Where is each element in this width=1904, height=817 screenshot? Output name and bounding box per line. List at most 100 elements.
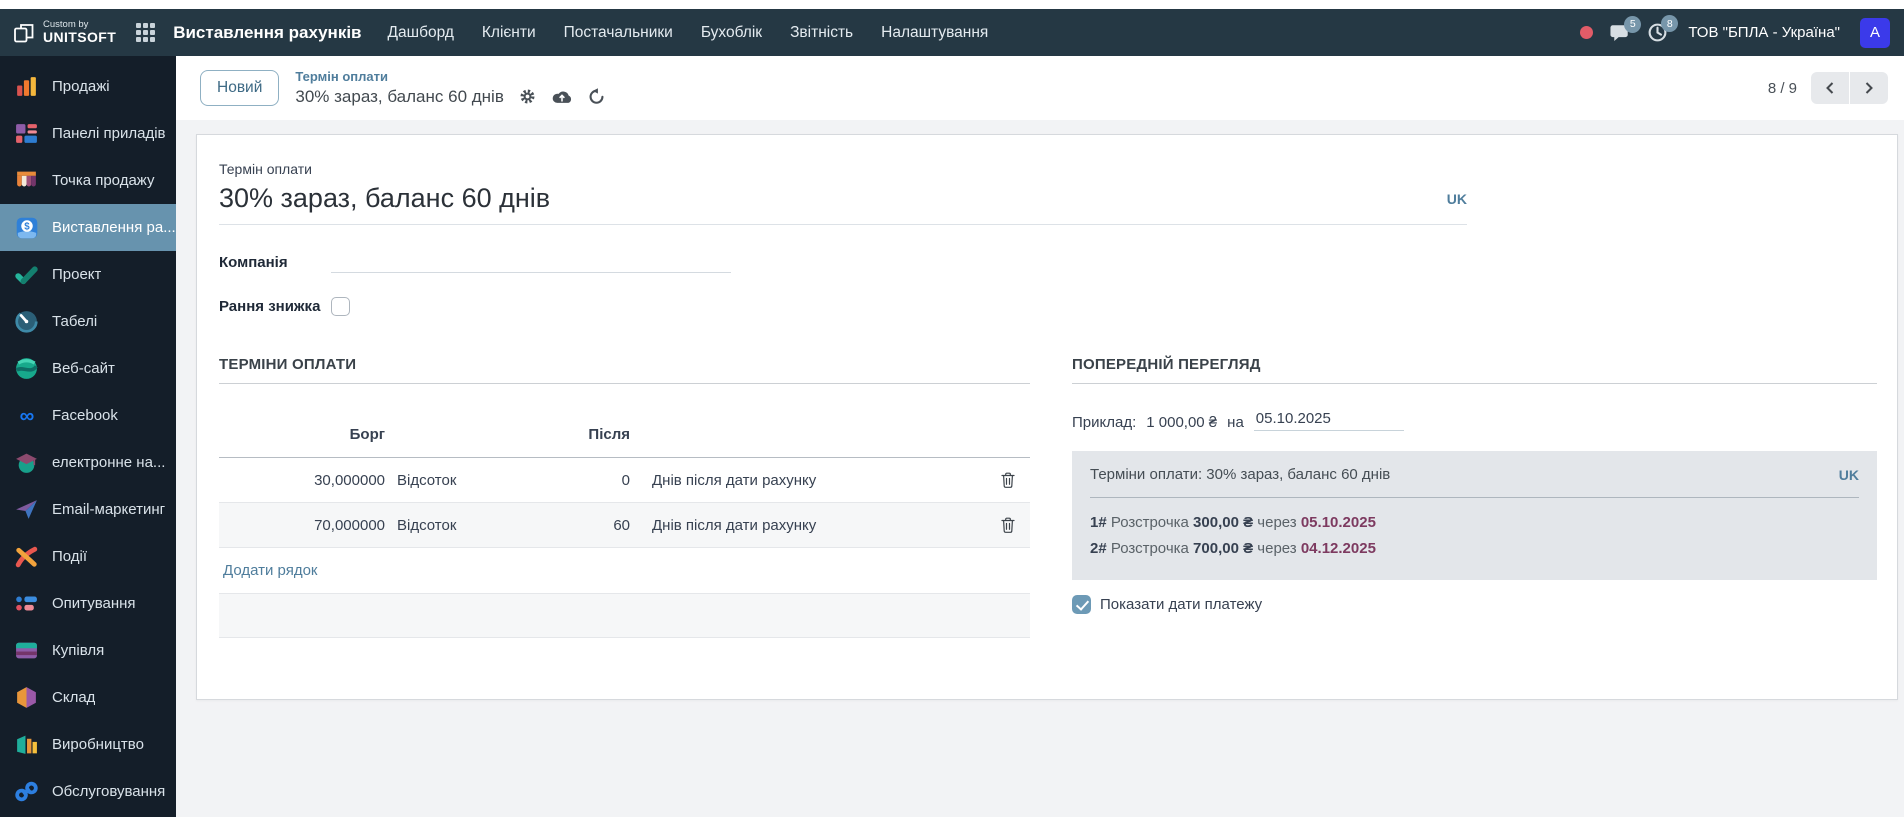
term-after-cell[interactable]: Днів після дати рахунку [634, 517, 986, 534]
show-payment-dates-label: Показати дати платежу [1100, 596, 1262, 613]
example-on-label: на [1227, 414, 1244, 431]
pager-next-button[interactable] [1850, 72, 1888, 104]
preview-section: ПОПЕРЕДНІЙ ПЕРЕГЛЯД Приклад: 1 000,00 ₴ … [1072, 356, 1877, 638]
sidebar-item-label: Виставлення ра... [52, 219, 176, 236]
unitsoft-logo-icon [12, 21, 36, 45]
menu-accounting[interactable]: Бухоблік [701, 24, 762, 42]
preview-divider [1090, 497, 1859, 498]
breadcrumb-parent-link[interactable]: Термін оплати [295, 69, 605, 85]
sidebar-item-maintenance[interactable]: Обслуговування [0, 768, 176, 815]
sidebar-item-manufacturing[interactable]: Виробництво [0, 721, 176, 768]
delete-row-button[interactable] [986, 472, 1030, 488]
sidebar-item-label: електронне на... [52, 454, 165, 471]
pager: 8 / 9 [1768, 72, 1894, 104]
company-field-label: Компанія [219, 254, 331, 271]
save-cloud-icon[interactable] [551, 89, 573, 104]
installment-amount: 700,00 ₴ [1193, 540, 1253, 557]
project-icon [13, 261, 40, 288]
sidebar-item-project[interactable]: Проект [0, 251, 176, 298]
sidebar-item-events[interactable]: Події [0, 533, 176, 580]
inventory-icon [13, 684, 40, 711]
maintenance-icon [13, 778, 40, 805]
discard-undo-icon[interactable] [588, 88, 605, 105]
preview-lang-button[interactable]: UK [1839, 467, 1859, 483]
sidebar-item-point-of-sale[interactable]: Точка продажу [0, 157, 176, 204]
installment-date: 05.10.2025 [1301, 514, 1376, 531]
form-sheet: Термін оплати 30% зараз, баланс 60 днів … [196, 134, 1898, 700]
menu-reporting[interactable]: Звітність [790, 24, 853, 42]
trash-icon [1001, 472, 1015, 488]
column-header-after: Після [559, 426, 634, 443]
sidebar-item-invoicing[interactable]: $ Виставлення ра... [0, 204, 176, 251]
sidebar-item-elearning[interactable]: електронне на... [0, 439, 176, 486]
installment-number: 1# [1090, 514, 1107, 531]
settings-gear-icon[interactable] [519, 88, 536, 105]
pager-previous-button[interactable] [1811, 72, 1849, 104]
sidebar-item-timesheets[interactable]: Табелі [0, 298, 176, 345]
company-input[interactable] [331, 251, 731, 273]
translation-lang-button[interactable]: UK [1447, 191, 1467, 207]
empty-table-row [219, 594, 1030, 638]
installment-line: 2# Розстрочка 700,00 ₴ через 04.12.2025 [1090, 536, 1859, 562]
sidebar-item-inventory[interactable]: Склад [0, 674, 176, 721]
table-row: 30,000000 Відсоток 0 Днів після дати рах… [219, 458, 1030, 503]
term-value-cell[interactable]: 30,000000 [219, 472, 389, 489]
term-after-cell[interactable]: Днів після дати рахунку [634, 472, 986, 489]
svg-text:∞: ∞ [19, 404, 34, 427]
chevron-right-icon [1863, 81, 1875, 95]
sidebar-item-sales[interactable]: Продажі [0, 63, 176, 110]
sidebar-item-email-marketing[interactable]: Email-маркетинг [0, 486, 176, 533]
show-payment-dates-checkbox[interactable] [1072, 595, 1091, 614]
term-value-cell[interactable]: 70,000000 [219, 517, 389, 534]
term-unit-cell[interactable]: Відсоток [389, 472, 559, 489]
svg-text:$: $ [24, 221, 30, 232]
name-input[interactable]: 30% зараз, баланс 60 днів [219, 183, 1447, 214]
surveys-icon [13, 590, 40, 617]
early-discount-checkbox[interactable] [331, 297, 350, 316]
term-unit-cell[interactable]: Відсоток [389, 517, 559, 534]
control-panel: Новий Термін оплати 30% зараз, баланс 60… [176, 56, 1904, 120]
purchase-icon [13, 637, 40, 664]
unitsoft-logo: Custom by UNITSOFT [12, 20, 116, 45]
breadcrumb-current: 30% зараз, баланс 60 днів [295, 86, 504, 107]
new-button[interactable]: Новий [200, 70, 279, 106]
menu-customers[interactable]: Клієнти [482, 24, 536, 42]
early-discount-label: Рання знижка [219, 298, 331, 315]
example-amount-input[interactable]: 1 000,00 ₴ [1146, 414, 1217, 431]
payment-terms-table: Борг Після 30,000000 Відсоток 0 Днів пі [219, 412, 1030, 638]
add-line-link[interactable]: Додати рядок [223, 562, 317, 579]
menu-settings[interactable]: Налаштування [881, 24, 988, 42]
term-days-cell[interactable]: 60 [559, 517, 634, 534]
sidebar-item-label: Панелі приладів [52, 125, 166, 142]
apps-grid-icon[interactable] [136, 23, 155, 42]
activities-button[interactable]: 8 [1647, 22, 1668, 43]
sidebar-item-label: Склад [52, 689, 95, 706]
current-app-menu[interactable]: Виставлення рахунків [173, 23, 361, 43]
user-avatar[interactable]: A [1860, 18, 1890, 48]
term-days-cell[interactable]: 0 [559, 472, 634, 489]
sidebar-item-label: Продажі [52, 78, 110, 95]
menu-vendors[interactable]: Постачальники [564, 24, 673, 42]
sidebar-item-purchase[interactable]: Купівля [0, 627, 176, 674]
installment-amount: 300,00 ₴ [1193, 514, 1253, 531]
delete-row-button[interactable] [986, 517, 1030, 533]
installment-label: Розстрочка [1111, 540, 1189, 557]
menu-dashboard[interactable]: Дашборд [388, 24, 454, 42]
sidebar-item-label: Табелі [52, 313, 97, 330]
invoicing-icon: $ [13, 214, 40, 241]
sidebar-item-dashboards[interactable]: Панелі приладів [0, 110, 176, 157]
sidebar-item-surveys[interactable]: Опитування [0, 580, 176, 627]
sidebar-item-label: Опитування [52, 595, 136, 612]
sidebar-item-facebook[interactable]: ∞ Facebook [0, 392, 176, 439]
timesheets-icon [13, 308, 40, 335]
installment-date: 04.12.2025 [1301, 540, 1376, 557]
example-date-input[interactable]: 05.10.2025 [1254, 410, 1404, 431]
logo-unitsoft: UNITSOFT [43, 30, 116, 45]
messages-badge: 5 [1624, 16, 1641, 33]
installment-via: через [1257, 514, 1296, 531]
messages-button[interactable]: 5 [1609, 23, 1631, 43]
sidebar-item-label: Точка продажу [52, 172, 155, 189]
sidebar-item-website[interactable]: Веб-сайт [0, 345, 176, 392]
main-menu: Дашборд Клієнти Постачальники Бухоблік З… [388, 24, 989, 42]
company-switcher[interactable]: ТОВ "БПЛА - Україна" [1688, 24, 1840, 41]
